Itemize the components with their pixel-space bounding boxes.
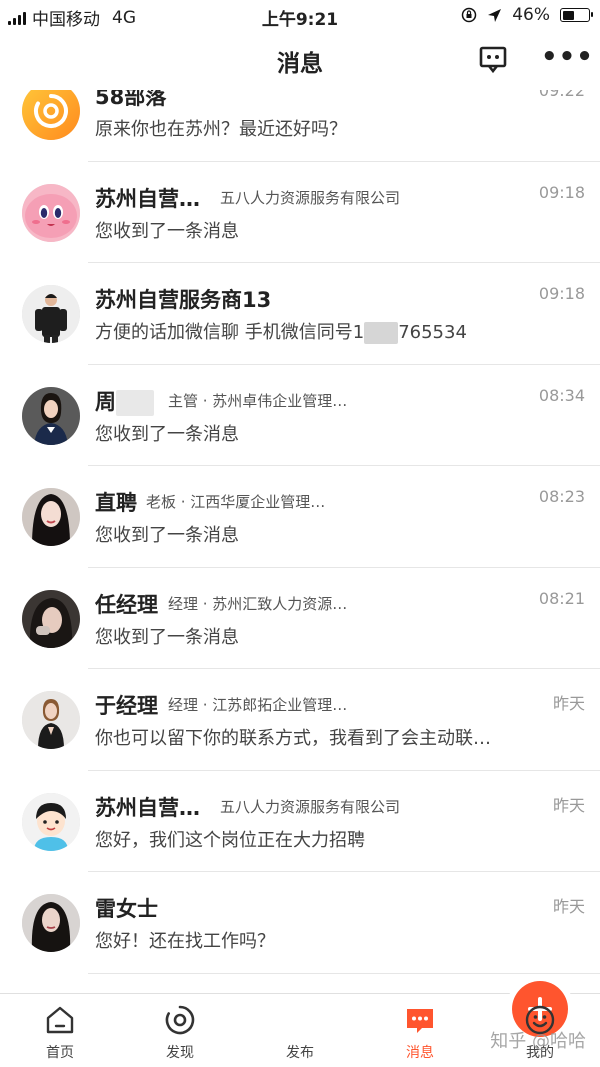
conversation-name: 于经理	[95, 694, 158, 718]
conversation-time: 08:21	[538, 588, 585, 608]
page-title: 消息	[277, 51, 323, 77]
preview-suffix: 765534	[398, 322, 467, 343]
status-bar: 中国移动 4G 上午9:21 46%	[0, 0, 600, 30]
tab-label: 发现	[166, 1045, 194, 1061]
redacted-block	[116, 389, 154, 416]
conversation-item[interactable]: 直聘 老板 · 江西华厦企业管理… 08:23 您收到了一条消息	[0, 466, 600, 568]
woman-photo-avatar	[22, 589, 80, 648]
orientation-lock-icon	[461, 7, 477, 23]
tribe-logo-icon	[22, 90, 80, 140]
conversation-item[interactable]: 于经理 经理 · 江苏郎拓企业管理… 昨天 你也可以留下你的联系方式，我看到了会…	[0, 669, 600, 771]
conversation-time: 08:23	[538, 487, 585, 506]
customer-service-button[interactable]	[478, 45, 508, 75]
conversation-preview: 您收到了一条消息	[95, 220, 239, 242]
conversation-name: 苏州自营…	[95, 795, 200, 820]
conversation-item[interactable]: 雷女士 昨天 您好！还在找工作吗？	[0, 872, 600, 974]
home-icon	[46, 1006, 74, 1034]
conversation-time: 昨天	[552, 897, 585, 916]
tab-label: 消息	[406, 1045, 434, 1061]
conversation-preview: 原来你也在苏州？最近还好吗？	[95, 119, 347, 140]
conversation-company: 老板 · 江西华厦企业管理…	[146, 493, 326, 511]
conversation-company: 经理 · 江苏郎拓企业管理…	[168, 696, 348, 714]
tab-label: 发布	[286, 1045, 314, 1061]
pink-character-avatar	[22, 183, 80, 242]
nav-bar: 消息 •••	[0, 30, 600, 90]
conversation-list[interactable]: 58部落 09:22 原来你也在苏州？最近还好吗？ 苏州自营… 五八人力资源服务…	[0, 90, 600, 994]
conversation-name: 苏州自营服务商13	[95, 288, 272, 312]
customer-service-icon	[479, 46, 507, 74]
conversation-company: 经理 · 苏州汇致人力资源…	[168, 594, 348, 613]
conversation-name: 雷女士	[95, 897, 158, 921]
conversation-time: 09:18	[538, 284, 585, 303]
conversation-time: 08:34	[538, 385, 585, 405]
location-icon	[488, 8, 502, 22]
conversation-company: 五八人力资源服务有限公司	[220, 188, 401, 207]
conversation-time: 昨天	[552, 694, 585, 713]
conversation-item[interactable]: 58部落 09:22 原来你也在苏州？最近还好吗？	[0, 90, 600, 162]
battery-level	[562, 10, 574, 20]
message-icon	[407, 1009, 433, 1033]
conversation-preview: 您收到了一条消息	[95, 626, 239, 648]
more-button[interactable]: •••	[541, 44, 593, 72]
redacted-block	[364, 322, 399, 344]
conversation-preview: 方便的话加微信聊 手机微信同号1 765534	[95, 318, 525, 344]
conversation-time: 09:18	[538, 182, 585, 202]
conversation-name: 任经理	[95, 592, 158, 617]
discover-icon	[165, 1005, 195, 1035]
woman-photo-avatar	[22, 691, 80, 749]
battery-icon	[560, 8, 593, 22]
tab-bar: 首页 发现 发布 消息 我的 知乎 @哈哈	[0, 981, 600, 1067]
conversation-name: 直聘	[95, 491, 137, 515]
woman-photo-avatar	[22, 488, 80, 546]
more-icon: •••	[541, 42, 594, 72]
conversation-item[interactable]: 周 主管 · 苏州卓伟企业管理… 08:34 您收到了一条消息	[0, 365, 600, 466]
conversation-name: 苏州自营…	[95, 186, 200, 211]
conversation-item[interactable]: 苏州自营服务商13 09:18 方便的话加微信聊 手机微信同号1 765534	[0, 263, 600, 365]
divider	[88, 972, 600, 974]
conversation-preview: 您收到了一条消息	[95, 423, 239, 445]
tab-publish[interactable]: 发布	[240, 981, 568, 1067]
woman-photo-avatar	[22, 386, 80, 445]
conversation-company: 五八人力资源服务有限公司	[220, 797, 401, 816]
conversation-preview: 您好！还在找工作吗？	[95, 931, 275, 952]
conversation-preview: 您收到了一条消息	[95, 525, 239, 546]
conversation-list-inner: 58部落 09:22 原来你也在苏州？最近还好吗？ 苏州自营… 五八人力资源服务…	[0, 90, 600, 974]
man-photo-avatar	[22, 285, 80, 343]
tab-home[interactable]: 首页	[0, 994, 120, 1067]
cartoon-boy-avatar	[22, 792, 80, 851]
status-right: 46%	[461, 5, 593, 25]
tab-messages[interactable]: 消息	[360, 994, 480, 1067]
conversation-name: 58部落	[95, 90, 167, 109]
conversation-preview: 您好，我们这个岗位正在大力招聘	[95, 829, 365, 851]
woman-photo-avatar	[22, 894, 80, 952]
conversation-time: 09:22	[538, 90, 585, 100]
conversation-preview: 你也可以留下你的联系方式，我看到了会主动联…	[95, 728, 491, 749]
conversation-item[interactable]: 任经理 经理 · 苏州汇致人力资源… 08:21 您收到了一条消息	[0, 568, 600, 669]
conversation-company: 主管 · 苏州卓伟企业管理…	[168, 391, 348, 410]
name-prefix: 周	[95, 389, 116, 414]
tab-label: 首页	[46, 1045, 74, 1061]
watermark: 知乎 @哈哈	[490, 1031, 586, 1052]
conversation-time: 昨天	[552, 795, 585, 815]
conversation-item[interactable]: 苏州自营… 五八人力资源服务有限公司 昨天 您好，我们这个岗位正在大力招聘	[0, 771, 600, 872]
tab-discover[interactable]: 发现	[120, 994, 240, 1067]
preview-prefix: 方便的话加微信聊 手机微信同号1	[95, 322, 365, 343]
conversation-name: 周	[95, 386, 154, 416]
battery-percent: 46%	[512, 5, 550, 25]
conversation-item[interactable]: 苏州自营… 五八人力资源服务有限公司 09:18 您收到了一条消息	[0, 162, 600, 263]
